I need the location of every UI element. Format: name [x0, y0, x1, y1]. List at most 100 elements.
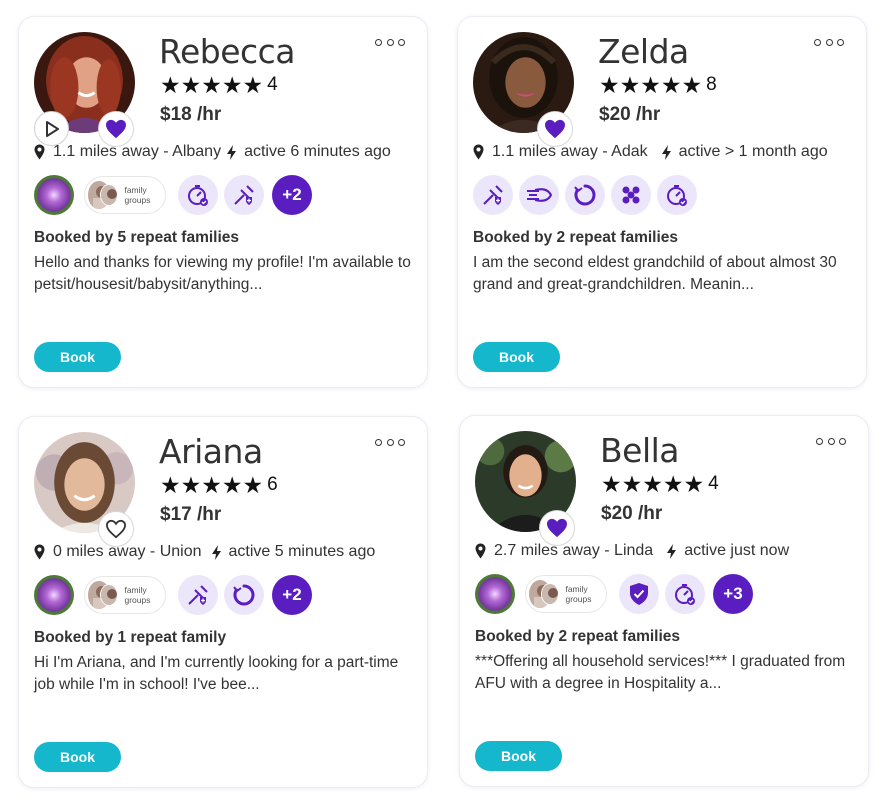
- caregiver-card[interactable]: Ariana ★★★★★ 6 $17 /hr 0 miles away - Uni…: [18, 416, 428, 788]
- favorite-button[interactable]: [98, 511, 134, 547]
- stars: ★★★★★: [599, 72, 703, 98]
- needle-shield-badge[interactable]: [473, 175, 513, 215]
- flower-badge-photo[interactable]: [34, 575, 74, 615]
- needle-shield-icon: [234, 185, 254, 205]
- stars: ★★★★★: [601, 471, 705, 497]
- avatar[interactable]: [34, 432, 135, 547]
- caregiver-card[interactable]: Zelda ★★★★★ 8 $20 /hr 1.1 miles away - Ad…: [457, 16, 867, 388]
- caregiver-name[interactable]: Ariana: [159, 432, 263, 471]
- more-options-button[interactable]: [375, 435, 405, 449]
- flower-badge-photo[interactable]: [475, 574, 515, 614]
- refresh-icon: [233, 584, 255, 606]
- activity-text: active just now: [684, 542, 790, 559]
- activity-text: active 5 minutes ago: [228, 543, 376, 560]
- family-groups-label: family groups: [124, 185, 151, 205]
- shield-check-icon: [630, 583, 648, 605]
- hourly-rate: $20 /hr: [601, 503, 663, 524]
- book-button[interactable]: Book: [473, 342, 560, 372]
- family-groups-badge[interactable]: family groups: [525, 575, 607, 613]
- location-pin-icon: [34, 144, 45, 160]
- caregiver-name[interactable]: Bella: [600, 431, 680, 470]
- favorite-button[interactable]: [539, 510, 575, 546]
- family-photo: [100, 584, 119, 606]
- avatar[interactable]: [473, 32, 574, 147]
- timer-check-badge[interactable]: [178, 175, 218, 215]
- review-count: 6: [267, 474, 278, 495]
- location-activity-row: 0 miles away - Union active 5 minutes ag…: [34, 543, 375, 561]
- play-icon: [45, 120, 59, 137]
- play-video-button[interactable]: [34, 111, 69, 146]
- star-rating: ★★★★★ 4: [160, 72, 278, 98]
- needle-shield-icon: [188, 585, 208, 605]
- speed-icon: [527, 188, 553, 202]
- bio-text: ***Offering all household services!*** I…: [475, 653, 846, 692]
- more-options-button[interactable]: [375, 35, 405, 49]
- family-groups-badge[interactable]: family groups: [84, 576, 166, 614]
- bio-text: Hi I'm Ariana, and I'm currently looking…: [34, 654, 399, 693]
- star-rating: ★★★★★ 4: [601, 471, 719, 497]
- shield-check-badge[interactable]: [619, 574, 659, 614]
- family-photo: [100, 184, 119, 206]
- heart-outline-icon: [105, 519, 127, 539]
- caregiver-name[interactable]: Zelda: [598, 32, 689, 71]
- family-photo: [541, 583, 560, 605]
- paw-cluster-badge[interactable]: [611, 175, 651, 215]
- distance-text: 1.1 miles away - Adak: [492, 143, 648, 160]
- book-button[interactable]: Book: [34, 342, 121, 372]
- more-badges-button[interactable]: +2: [272, 175, 312, 215]
- lightning-icon: [667, 543, 677, 559]
- avatar[interactable]: [34, 32, 135, 147]
- family-groups-badge[interactable]: family groups: [84, 176, 166, 214]
- location-pin-icon: [34, 544, 45, 560]
- timer-check-badge[interactable]: [665, 574, 705, 614]
- hourly-rate: $20 /hr: [599, 104, 661, 125]
- more-options-button[interactable]: [816, 434, 846, 448]
- location-pin-icon: [475, 543, 486, 559]
- heart-filled-icon: [106, 119, 126, 139]
- repeat-families-text: Booked by 5 repeat families: [34, 229, 240, 246]
- more-options-button[interactable]: [814, 35, 844, 49]
- book-button[interactable]: Book: [34, 742, 121, 772]
- favorite-button[interactable]: [98, 111, 134, 147]
- timer-check-badge[interactable]: [657, 175, 697, 215]
- more-badges-button[interactable]: +3: [713, 574, 753, 614]
- timer-check-icon: [667, 185, 687, 206]
- hourly-rate: $18 /hr: [160, 104, 222, 125]
- badge-row: [473, 175, 703, 215]
- flower-badge-photo[interactable]: [34, 175, 74, 215]
- review-count: 4: [267, 74, 278, 95]
- caregiver-card[interactable]: Bella ★★★★★ 4 $20 /hr 2.7 miles away - Li…: [459, 415, 869, 787]
- lightning-icon: [661, 144, 671, 160]
- repeat-families-text: Booked by 1 repeat family: [34, 629, 227, 646]
- star-rating: ★★★★★ 6: [160, 472, 278, 498]
- speed-badge[interactable]: [519, 175, 559, 215]
- star-rating: ★★★★★ 8: [599, 72, 717, 98]
- caregiver-card[interactable]: Rebecca ★★★★★ 4 $18 /hr 1.1 miles away - …: [18, 16, 428, 388]
- family-groups-label: family groups: [565, 584, 592, 604]
- favorite-button[interactable]: [537, 111, 573, 147]
- repeat-families-text: Booked by 2 repeat families: [473, 229, 679, 246]
- refresh-badge[interactable]: [224, 575, 264, 615]
- review-count: 8: [706, 74, 717, 95]
- needle-shield-badge[interactable]: [224, 175, 264, 215]
- refresh-badge[interactable]: [565, 175, 605, 215]
- distance-text: 2.7 miles away - Linda: [494, 542, 654, 559]
- heart-filled-icon: [547, 518, 567, 538]
- book-button[interactable]: Book: [475, 741, 562, 771]
- heart-filled-icon: [545, 119, 565, 139]
- avatar[interactable]: [475, 431, 576, 546]
- bio-text: I am the second eldest grandchild of abo…: [473, 254, 837, 293]
- location-activity-row: 1.1 miles away - Adak active > 1 month a…: [473, 143, 828, 161]
- location-activity-row: 1.1 miles away - Albany active 6 minutes…: [34, 143, 391, 161]
- location-activity-row: 2.7 miles away - Linda active just now: [475, 542, 789, 560]
- bio-text: Hello and thanks for viewing my profile!…: [34, 254, 411, 293]
- more-badges-button[interactable]: +2: [272, 575, 312, 615]
- caregiver-name[interactable]: Rebecca: [159, 32, 296, 71]
- needle-shield-badge[interactable]: [178, 575, 218, 615]
- lightning-icon: [211, 544, 221, 560]
- needle-shield-icon: [483, 185, 503, 205]
- distance-text: 1.1 miles away - Albany: [53, 143, 222, 160]
- refresh-icon: [574, 184, 596, 206]
- family-groups-label: family groups: [124, 585, 151, 605]
- stars: ★★★★★: [160, 72, 264, 98]
